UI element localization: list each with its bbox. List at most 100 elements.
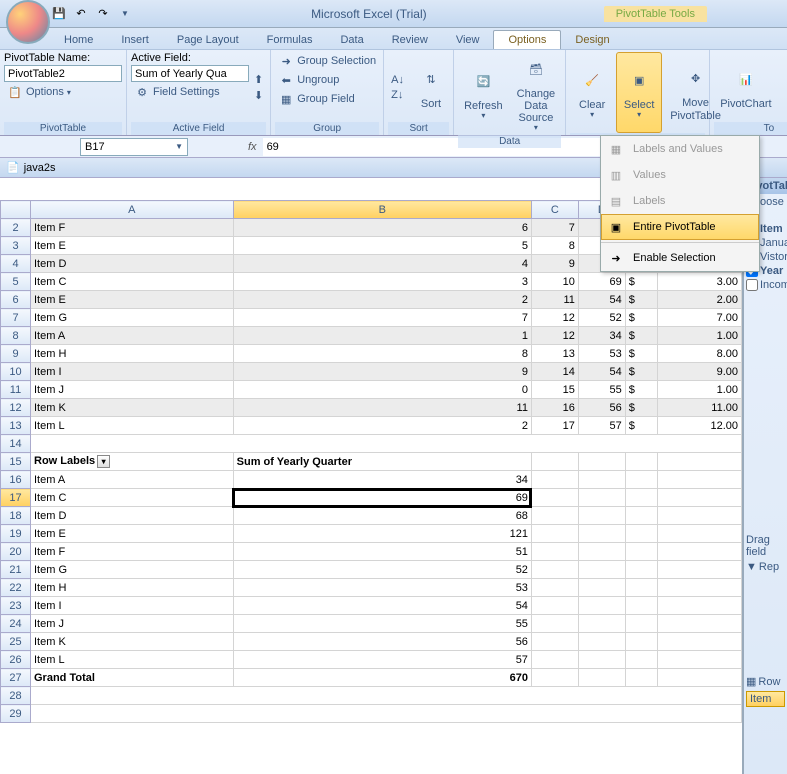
name-box-dropdown-icon[interactable]: ▼ [175,142,183,151]
cell[interactable]: 2 [233,417,531,435]
group-field-button[interactable]: ▦Group Field [275,90,379,108]
cell[interactable]: $ [625,381,657,399]
clear-button[interactable]: 🧹Clear▾ [570,52,614,133]
row-header[interactable]: 24 [1,615,31,633]
cell[interactable]: 7 [233,309,531,327]
ungroup-button[interactable]: ⬅Ungroup [275,71,379,89]
row-header[interactable]: 19 [1,525,31,543]
row-header[interactable]: 15 [1,453,31,471]
cell[interactable]: 1.00 [657,381,741,399]
expand-field-icon[interactable]: ⬆ [251,72,266,87]
cell[interactable]: 7 [531,219,578,237]
tab-page-layout[interactable]: Page Layout [163,31,253,49]
pivot-row-label[interactable]: Item E [31,525,234,543]
pivot-value-cell[interactable]: 34 [233,471,531,489]
row-header[interactable]: 3 [1,237,31,255]
dd-labels-values[interactable]: ▦Labels and Values [601,136,759,162]
cell[interactable]: 6 [233,219,531,237]
row-header[interactable]: 25 [1,633,31,651]
cell[interactable]: 17 [531,417,578,435]
cell[interactable]: 5 [233,237,531,255]
row-header[interactable]: 9 [1,345,31,363]
cell[interactable]: Item I [31,363,234,381]
group-selection-button[interactable]: ➜Group Selection [275,52,379,70]
cell[interactable]: $ [625,273,657,291]
tab-data[interactable]: Data [326,31,377,49]
cell[interactable]: 12 [531,327,578,345]
pivot-row-label[interactable]: Item L [31,651,234,669]
cell[interactable]: Item F [31,219,234,237]
cell[interactable]: Item H [31,345,234,363]
cell[interactable]: 1.00 [657,327,741,345]
row-header[interactable]: 22 [1,579,31,597]
cell[interactable]: 9 [233,363,531,381]
pivot-value-cell[interactable]: 52 [233,561,531,579]
cell[interactable]: 3 [233,273,531,291]
cell[interactable]: Item A [31,327,234,345]
collapse-field-icon[interactable]: ⬇ [251,88,266,103]
cell[interactable]: 3.00 [657,273,741,291]
pivot-value-cell[interactable]: 68 [233,507,531,525]
col-header-C[interactable]: C [531,201,578,219]
row-header[interactable]: 18 [1,507,31,525]
cell[interactable]: 1 [233,327,531,345]
cell[interactable]: Item E [31,291,234,309]
change-data-source-button[interactable]: 🗃Change Data Source▾ [511,52,562,135]
cell[interactable]: 15 [531,381,578,399]
fx-icon[interactable]: fx [248,141,257,153]
dd-entire-pivottable[interactable]: ▣Entire PivotTable [601,214,759,240]
cell[interactable]: Item G [31,309,234,327]
spreadsheet-grid[interactable]: ABCDEF2Item F6751$3Item E5867$5.004Item … [0,200,743,774]
cell[interactable]: 16 [531,399,578,417]
office-button[interactable] [6,0,50,44]
cell[interactable]: 53 [578,345,625,363]
cell[interactable]: 7.00 [657,309,741,327]
pivot-value-cell[interactable]: 121 [233,525,531,543]
cell[interactable]: $ [625,399,657,417]
row-labels-area[interactable]: ▦ Row [744,674,787,689]
pivot-value-cell[interactable]: 55 [233,615,531,633]
grand-total-value[interactable]: 670 [233,669,531,687]
pivot-row-label[interactable]: Item D [31,507,234,525]
row-header[interactable]: 23 [1,597,31,615]
cell[interactable]: 2.00 [657,291,741,309]
sort-desc-icon[interactable]: Z↓ [388,88,407,102]
row-header[interactable]: 7 [1,309,31,327]
cell[interactable]: 8 [233,345,531,363]
row-header[interactable]: 29 [1,705,31,723]
pivot-row-label[interactable]: Item K [31,633,234,651]
pivot-sum-header[interactable]: Sum of Yearly Quarter [233,453,531,471]
cell[interactable]: 54 [578,291,625,309]
sort-asc-icon[interactable]: A↓ [388,73,407,87]
cell[interactable]: 9.00 [657,363,741,381]
row-header[interactable]: 16 [1,471,31,489]
qat-more-icon[interactable]: ▼ [116,5,134,23]
cell[interactable]: 9 [531,255,578,273]
active-field-input[interactable] [131,65,249,82]
pivot-value-cell[interactable]: 51 [233,543,531,561]
field-check-Incom[interactable]: Incom [744,278,787,292]
row-field-item[interactable]: Item [746,691,785,707]
cell[interactable]: 13 [531,345,578,363]
cell[interactable]: 4 [233,255,531,273]
cell[interactable]: 8.00 [657,345,741,363]
refresh-button[interactable]: 🔄Refresh▾ [458,52,509,135]
pivot-row-labels-header[interactable]: Row Labels▾ [31,453,234,471]
tab-home[interactable]: Home [50,31,107,49]
pivot-value-cell[interactable]: 57 [233,651,531,669]
row-header[interactable]: 12 [1,399,31,417]
undo-icon[interactable]: ↶ [72,5,90,23]
cell[interactable]: $ [625,327,657,345]
sort-button[interactable]: ⇅Sort [409,52,453,122]
tab-design[interactable]: Design [561,31,623,49]
cell[interactable]: 69 [578,273,625,291]
row-header[interactable]: 2 [1,219,31,237]
cell[interactable]: 14 [531,363,578,381]
cell[interactable]: 0 [233,381,531,399]
pivot-row-label[interactable]: Item I [31,597,234,615]
pivotchart-button[interactable]: 📊PivotChart [714,52,777,122]
cell[interactable]: $ [625,417,657,435]
cell[interactable]: 55 [578,381,625,399]
grand-total-label[interactable]: Grand Total [31,669,234,687]
cell[interactable]: $ [625,309,657,327]
